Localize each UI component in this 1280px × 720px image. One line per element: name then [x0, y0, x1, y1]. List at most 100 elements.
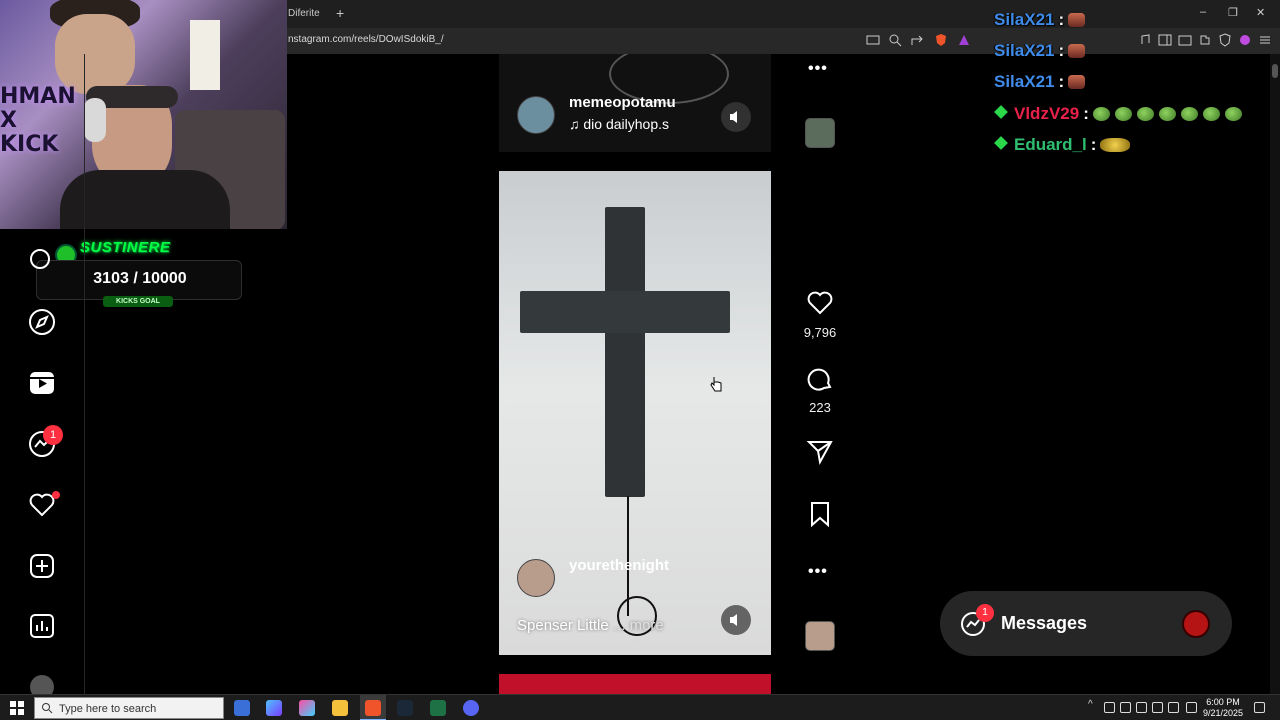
mute-button[interactable]	[721, 102, 751, 132]
webcam-overlay: HMAN X KICK	[0, 0, 287, 229]
task-view-icon[interactable]	[234, 700, 250, 716]
taskbar-search[interactable]: Type here to search	[34, 697, 224, 719]
clock-time: 6:00 PM	[1206, 697, 1240, 707]
reel-previous[interactable]: memeopotamu ♫ dio dailyhop.s	[499, 54, 771, 152]
steam-icon[interactable]	[397, 700, 413, 716]
close-window-button[interactable]: ✕	[1256, 6, 1265, 19]
brave-browser-icon[interactable]	[365, 700, 381, 716]
reels-icon[interactable]	[28, 369, 56, 397]
microphone-icon[interactable]	[1104, 702, 1115, 713]
chat-emote-icon	[1158, 107, 1176, 121]
share-icon[interactable]	[910, 33, 924, 47]
kicks-goal-widget: 3103 / 10000	[36, 260, 242, 300]
copilot-app-icon[interactable]	[299, 700, 315, 716]
create-icon[interactable]	[28, 552, 56, 580]
like-count: 9,796	[803, 325, 837, 340]
notifications-dot	[52, 491, 60, 499]
chat-badge-icon	[994, 105, 1008, 119]
chat-username[interactable]: SilaX21	[994, 41, 1055, 60]
clock[interactable]: 6:00 PM 9/21/2025	[1200, 697, 1246, 719]
screenshot-icon[interactable]	[866, 33, 880, 47]
chat-username[interactable]: SilaX21	[994, 72, 1055, 91]
chat-emote-icon	[1068, 13, 1086, 27]
chat-username[interactable]: VldzV29	[1014, 104, 1079, 123]
like-icon[interactable]	[806, 289, 834, 317]
mute-button[interactable]	[721, 605, 751, 635]
zoom-icon[interactable]	[888, 33, 902, 47]
speaker-icon	[730, 614, 737, 626]
chat-emote-icon	[1114, 107, 1132, 121]
goal-title: SUSTINERE	[80, 239, 171, 256]
taskbar: Type here to search ^ 6:00 PM 9/21/2025	[0, 694, 1280, 720]
explore-icon[interactable]	[28, 308, 56, 336]
more-link[interactable]: ... more	[609, 617, 664, 634]
tray-app-icon[interactable]	[1120, 702, 1131, 713]
search-icon	[42, 703, 53, 714]
url-text[interactable]: nstagram.com/reels/DOwISdokiB_/	[288, 34, 444, 45]
chat-emote-icon	[1100, 138, 1131, 152]
brave-rewards-icon[interactable]	[957, 33, 971, 47]
reel-username[interactable]: memeopotamu	[569, 94, 676, 111]
chat-username[interactable]: Eduard_l	[1014, 135, 1087, 154]
chat-username[interactable]: SilaX21	[994, 10, 1055, 29]
scrollbar[interactable]	[1270, 54, 1280, 694]
search-icon[interactable]	[28, 246, 56, 274]
chat-emote-icon	[1180, 107, 1198, 121]
goal-label: KICKS GOAL	[103, 296, 173, 307]
reel-video-cross	[605, 207, 645, 497]
messages-avatar[interactable]	[1182, 610, 1210, 638]
reel-current[interactable]: yourethenight Spenser Little ... more	[499, 171, 771, 655]
reel-next[interactable]	[499, 674, 771, 694]
messages-label: Messages	[1001, 613, 1088, 633]
audio-thumbnail[interactable]	[805, 621, 835, 651]
minimize-button[interactable]: –	[1200, 6, 1206, 18]
music-icon[interactable]	[1138, 33, 1152, 47]
discord-icon[interactable]	[463, 700, 479, 716]
reel-audio[interactable]: ♫ dio dailyhop.s	[569, 116, 669, 132]
nav-divider	[84, 54, 85, 694]
browser-tab[interactable]: Diferite	[288, 8, 320, 19]
chat-emote-icon	[1202, 107, 1220, 121]
save-icon[interactable]	[806, 500, 834, 528]
more-options-icon[interactable]: •••	[808, 60, 828, 78]
share-icon[interactable]	[806, 438, 834, 466]
volume-icon[interactable]	[1136, 702, 1147, 713]
brave-shield-icon[interactable]	[934, 33, 948, 47]
file-explorer-icon[interactable]	[332, 700, 348, 716]
copilot-icon[interactable]	[266, 700, 282, 716]
speaker-icon[interactable]	[1168, 702, 1179, 713]
leo-icon[interactable]	[1238, 33, 1252, 47]
messages-button[interactable]: 1 Messages	[940, 591, 1232, 656]
tray-overflow-icon[interactable]: ^	[1088, 699, 1099, 710]
sidebar-icon[interactable]	[1158, 33, 1172, 47]
taskbar-search-text[interactable]: Type here to search	[59, 703, 156, 715]
more-options-icon[interactable]: •••	[808, 563, 828, 581]
vpn-icon[interactable]	[1218, 33, 1232, 47]
excel-icon[interactable]	[430, 700, 446, 716]
notification-center-icon[interactable]	[1254, 702, 1265, 713]
chat-emote-icon	[1068, 44, 1086, 58]
messenger-badge: 1	[43, 425, 63, 445]
reel-avatar[interactable]	[517, 96, 555, 134]
comment-icon[interactable]	[806, 365, 834, 393]
new-tab-button[interactable]: +	[336, 5, 344, 21]
chat-message: VldzV29:	[994, 104, 1247, 124]
music-note-icon: ♫	[569, 116, 584, 132]
pen-icon[interactable]	[1186, 702, 1197, 713]
chat-message: SilaX21:	[994, 72, 1090, 92]
reel-avatar[interactable]	[517, 559, 555, 597]
network-icon[interactable]	[1152, 702, 1163, 713]
maximize-button[interactable]: ❐	[1228, 6, 1238, 19]
audio-thumbnail[interactable]	[805, 118, 835, 148]
chat-message: Eduard_l:	[994, 135, 1135, 155]
reel-username[interactable]: yourethenight	[569, 557, 669, 574]
menu-icon[interactable]	[1258, 33, 1272, 47]
windows-start-icon[interactable]	[10, 701, 24, 715]
reel-description[interactable]: Spenser Little ... more	[517, 617, 664, 634]
dashboard-icon[interactable]	[28, 612, 56, 640]
clock-date: 9/21/2025	[1202, 708, 1244, 718]
wallet-icon[interactable]	[1178, 33, 1192, 47]
comment-count: 223	[809, 400, 831, 415]
extensions-icon[interactable]	[1198, 33, 1212, 47]
hand-cursor-icon	[710, 377, 722, 392]
